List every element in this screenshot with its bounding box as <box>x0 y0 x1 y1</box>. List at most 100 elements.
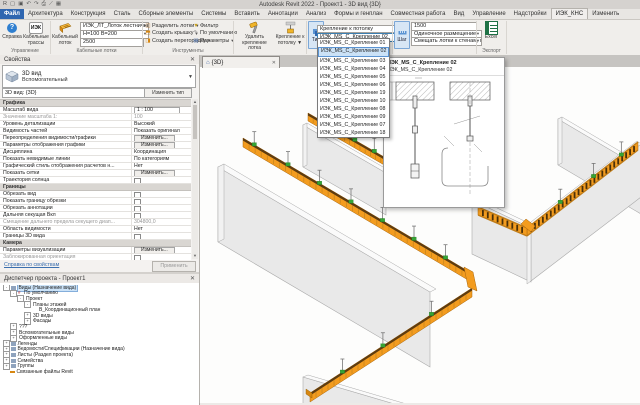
dropdown-item-2[interactable]: ИЭК_MS_C_Крепление 03 <box>318 57 389 65</box>
ceiling-fastening-button[interactable]: Крепление к потолку ▼ <box>275 21 305 46</box>
properties-scrollbar[interactable]: ▲▼ <box>192 99 198 259</box>
expand-icon[interactable]: + <box>3 363 10 370</box>
remove-fastening-button[interactable]: Удалить крепление лотка <box>236 21 273 52</box>
value-field[interactable]: 1 : 100 <box>134 107 180 113</box>
tray-clamp[interactable] <box>443 256 447 259</box>
tray-clamp[interactable] <box>429 312 433 315</box>
edit-button[interactable]: Изменить... <box>134 142 175 148</box>
ribbon-tab-4[interactable]: Сборные элементы <box>135 9 198 19</box>
checkbox[interactable] <box>134 192 141 198</box>
prop-section-0[interactable]: Графика <box>0 100 191 107</box>
ribbon-tab-0[interactable]: Файл <box>0 9 24 19</box>
ribbon-tab-5[interactable]: Системы <box>197 9 230 19</box>
properties-help-link[interactable]: Справка по свойствам <box>4 262 59 268</box>
cable-routes-button[interactable]: ИЭК Кабельные трассы <box>23 21 49 46</box>
ribbon-tab-11[interactable]: Вид <box>449 9 468 19</box>
dropdown-item-7[interactable]: ИЭК_MS_C_Крепление 10 <box>318 97 389 105</box>
cable-tray-button[interactable]: Кабельный лоток <box>52 21 78 46</box>
dropdown-item-4[interactable]: ИЭК_MS_C_Крепление 05 <box>318 73 389 81</box>
checkbox[interactable] <box>134 206 141 212</box>
prop-value[interactable]: Изменить... <box>132 135 191 141</box>
prop-value[interactable] <box>132 191 191 197</box>
ribbon-tab-1[interactable]: Архитектура <box>24 9 67 19</box>
dropdown-item-10[interactable]: ИЭК_MS_C_Крепление 07 <box>318 121 389 129</box>
close-icon[interactable]: ✕ <box>272 60 276 66</box>
help-button[interactable]: ? Справка <box>1 21 23 41</box>
tray-clamp[interactable] <box>349 200 353 203</box>
prop-value[interactable]: 304800,0 <box>132 219 191 225</box>
ribbon-tab-15[interactable]: Изменить <box>588 9 623 19</box>
tree-item-15[interactable]: Связанные файлы Revit <box>0 369 199 375</box>
dropdown-item-3[interactable]: ИЭК_MS_C_Крепление 04 <box>318 65 389 73</box>
prop-value[interactable]: Изменить... <box>132 170 191 176</box>
dropdown-item-1[interactable]: ИЭК_MS_C_Крепление 02 <box>318 47 389 57</box>
ribbon-tab-3[interactable]: Сталь <box>110 9 135 19</box>
prop-section-1[interactable]: Границы <box>0 184 191 191</box>
fastening-type-dropdown-list[interactable]: ИЭК_MS_C_Крепление 01ИЭК_MS_C_Крепление … <box>317 38 390 138</box>
close-icon[interactable]: ✕ <box>190 275 195 282</box>
prop-value[interactable]: 100 <box>132 114 191 120</box>
prop-value[interactable] <box>132 205 191 211</box>
collapse-icon[interactable]: - <box>17 295 24 302</box>
dropdown-item-5[interactable]: ИЭК_MS_C_Крепление 06 <box>318 81 389 89</box>
tray-clamp[interactable] <box>412 237 416 240</box>
prop-value[interactable]: Изменить... <box>132 142 191 148</box>
apply-button[interactable]: Применить <box>152 261 196 272</box>
edit-button[interactable]: Изменить... <box>134 247 175 253</box>
edit-button[interactable]: Изменить... <box>134 135 175 141</box>
create-cover-button[interactable]: ⬒Создать крышку▼ <box>145 30 198 37</box>
dropdown-item-11[interactable]: ИЭК_MS_C_Крепление 18 <box>318 129 389 137</box>
prop-value[interactable] <box>132 177 191 183</box>
checkbox[interactable] <box>134 213 141 219</box>
ribbon-tab-2[interactable]: Конструкция <box>67 9 110 19</box>
prop-value[interactable]: Высокий <box>132 121 191 127</box>
tray-clamp[interactable] <box>353 138 357 141</box>
collapse-icon[interactable]: - <box>3 285 10 291</box>
prop-section-2[interactable]: Камера <box>0 240 191 247</box>
ribbon-tab-8[interactable]: Анализ <box>302 9 330 19</box>
tray-clamp[interactable] <box>286 163 290 166</box>
ribbon-tab-10[interactable]: Совместная работа <box>387 9 450 19</box>
tray-length-input[interactable]: 2500 <box>80 38 144 47</box>
tray-clamp[interactable] <box>619 153 623 156</box>
edit-type-button[interactable]: Изменить тип <box>144 88 192 98</box>
collapse-icon[interactable]: - <box>24 301 31 308</box>
close-icon[interactable]: ✕ <box>190 56 195 63</box>
ribbon-tab-14[interactable]: ИЭК_КНС <box>551 8 589 19</box>
type-selector[interactable]: 3D вид Вспомогательный ▼ <box>2 65 196 88</box>
ribbon-tab-6[interactable]: Вставить <box>230 9 263 19</box>
checkbox[interactable] <box>134 199 141 205</box>
prop-value[interactable] <box>132 198 191 204</box>
prop-value[interactable]: Нет <box>132 226 191 232</box>
tray-clamp[interactable] <box>558 200 562 203</box>
prop-value[interactable]: Координация <box>132 149 191 155</box>
ribbon-tab-7[interactable]: Аннотации <box>264 9 302 19</box>
tray-clamp[interactable] <box>381 344 385 347</box>
collapse-icon[interactable]: - <box>10 290 17 297</box>
tray-clamp[interactable] <box>340 370 344 373</box>
fastening-mode-combobox[interactable]: Крепление к потолку▼ <box>317 25 399 34</box>
step-button[interactable]: Шаг <box>394 21 410 49</box>
tray-clamp[interactable] <box>380 218 384 221</box>
prop-value[interactable]: 1 : 100 <box>132 107 191 113</box>
split-trays-button[interactable]: ◫Разделить лотки▼ <box>145 22 199 29</box>
checkbox[interactable] <box>134 178 141 184</box>
tray-clamp[interactable] <box>317 181 321 184</box>
ribbon-tab-12[interactable]: Управление <box>468 9 509 19</box>
dropdown-item-0[interactable]: ИЭК_MS_C_Крепление 01 <box>318 39 389 47</box>
prop-value[interactable]: Показать оригинал <box>132 128 191 134</box>
prop-value[interactable]: Нет <box>132 163 191 169</box>
excel-export-button[interactable]: Excel <box>479 21 503 41</box>
tray-clamp[interactable] <box>252 143 256 146</box>
tray-clamp[interactable] <box>591 174 595 177</box>
dropdown-item-8[interactable]: ИЭК_MS_C_Крепление 08 <box>318 105 389 113</box>
tray-clamp[interactable] <box>372 149 376 152</box>
view-instance-combobox[interactable]: 3D вид: {3D} <box>2 88 147 98</box>
filter-button[interactable]: ▼Фильтр <box>193 22 218 29</box>
prop-value[interactable]: Изменить... <box>132 247 191 253</box>
by-default-button[interactable]: ✎По умолчанию <box>193 30 237 37</box>
edit-button[interactable]: Изменить... <box>134 170 175 176</box>
dropdown-item-9[interactable]: ИЭК_MS_C_Крепление 09 <box>318 113 389 121</box>
prop-value[interactable] <box>132 233 191 239</box>
parameters-button[interactable]: ▤Параметры▼ <box>193 37 234 44</box>
